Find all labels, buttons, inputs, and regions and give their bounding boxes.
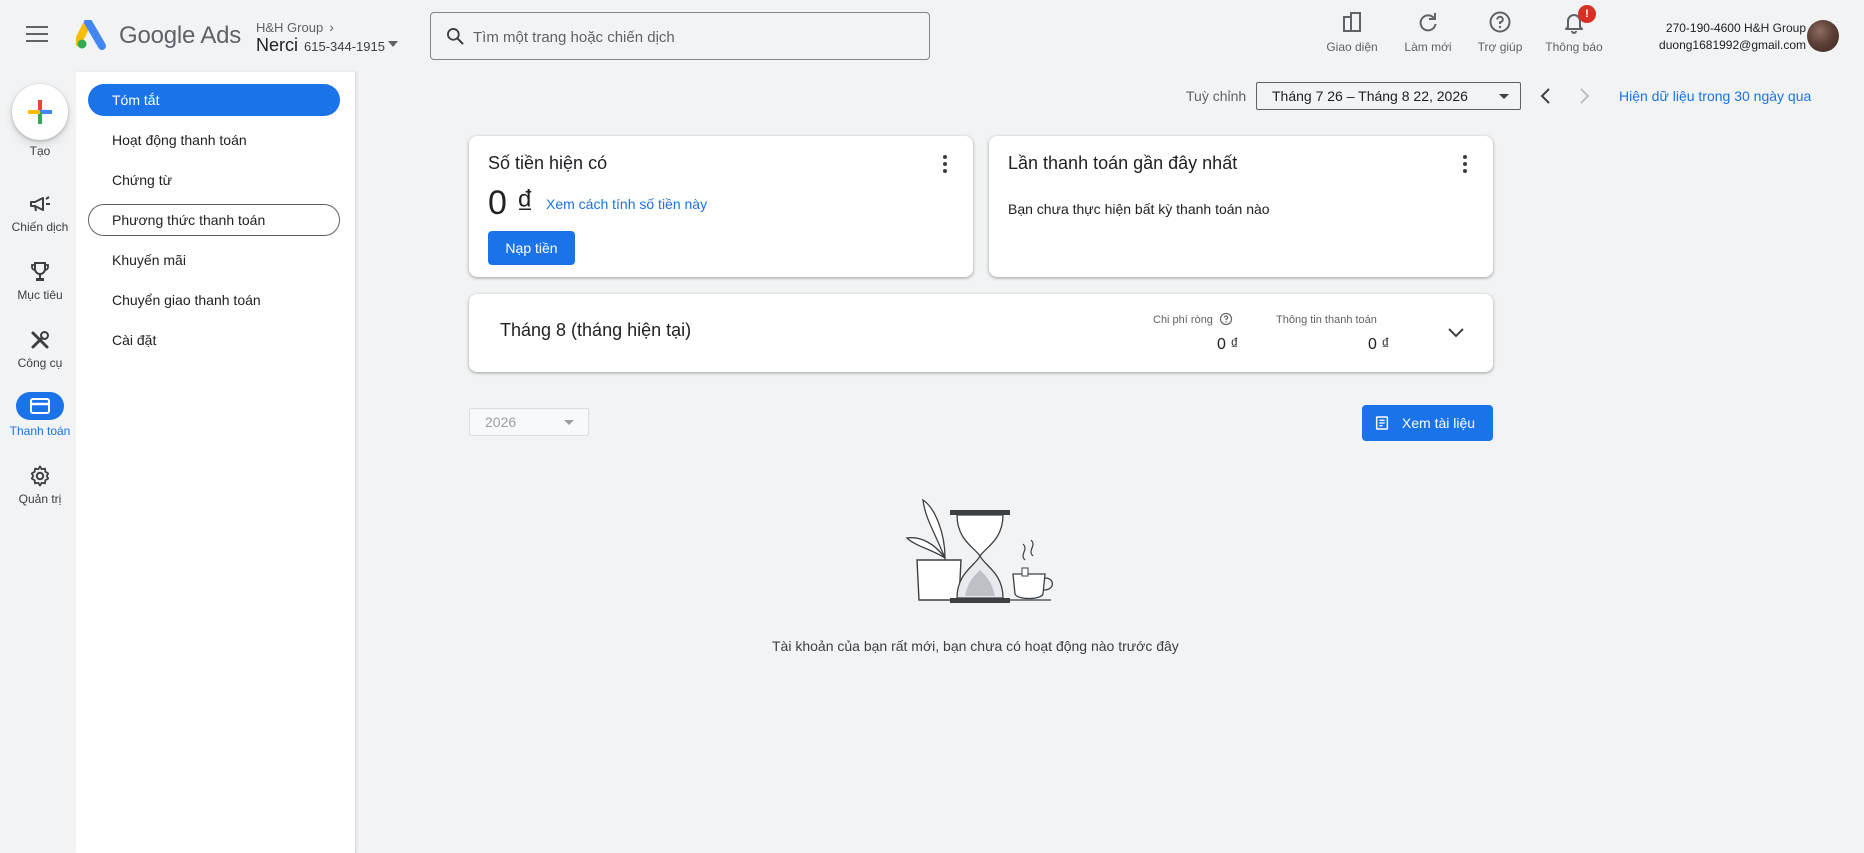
document-icon	[1375, 416, 1389, 430]
balance-amount: 0 ₫	[488, 184, 534, 222]
chevron-down-icon[interactable]	[1444, 321, 1468, 345]
rail-label-billing: Thanh toán	[9, 424, 71, 438]
subnav-item-summary[interactable]: Tóm tắt	[88, 84, 340, 116]
account-name[interactable]: Nerci	[256, 35, 298, 56]
subnav-item-promotions[interactable]: Khuyến mãi	[88, 244, 340, 276]
account-group-breadcrumb[interactable]: H&H Group ›	[256, 19, 334, 35]
next-period-icon[interactable]	[1572, 84, 1596, 108]
plus-icon	[28, 100, 52, 124]
rail-item-campaigns[interactable]: Chiến dịch	[0, 192, 80, 234]
empty-state-illustration	[905, 498, 1054, 603]
date-range-picker[interactable]: Tháng 7 26 – Tháng 8 22, 2026	[1256, 82, 1521, 110]
current-month-card[interactable]: Tháng 8 (tháng hiện tại) Chi phí ròng 0 …	[469, 294, 1493, 372]
previous-period-icon[interactable]	[1534, 84, 1558, 108]
help-button[interactable]: Trợ giúp	[1465, 10, 1535, 54]
last-payment-card-title: Lần thanh toán gần đây nhất	[1008, 153, 1238, 173]
create-button[interactable]	[12, 84, 68, 140]
top-app-bar: Google Ads H&H Group › Nerci 615-344-1915…	[0, 0, 1864, 72]
rail-item-billing[interactable]: Thanh toán	[0, 392, 80, 438]
view-documents-button[interactable]: Xem tài liệu	[1362, 405, 1493, 441]
credit-card-icon	[30, 398, 50, 414]
account-switcher-caret-icon[interactable]	[388, 41, 398, 47]
account-id: 615-344-1915	[304, 39, 385, 54]
search-input[interactable]	[473, 25, 913, 49]
billing-info-label: Thông tin thanh toán	[1276, 314, 1377, 326]
last-payment-message: Bạn chưa thực hiện bất kỳ thanh toán nào	[1008, 201, 1270, 217]
menu-icon[interactable]	[26, 26, 48, 44]
help-icon[interactable]	[1219, 312, 1233, 326]
tools-icon	[31, 331, 49, 349]
brand-name: Google Ads	[119, 22, 242, 49]
search-icon	[447, 28, 464, 45]
refresh-icon	[1419, 13, 1437, 32]
date-range-value: Tháng 7 26 – Tháng 8 22, 2026	[1272, 88, 1468, 104]
account-group-label: H&H Group	[256, 20, 324, 35]
subnav-item-payment-methods[interactable]: Phương thức thanh toán	[88, 204, 340, 236]
search-box[interactable]	[430, 12, 930, 60]
rail-item-goals[interactable]: Mục tiêu	[0, 260, 80, 302]
notification-badge: !	[1578, 5, 1596, 23]
rail-label-goals: Mục tiêu	[17, 288, 63, 302]
nav-rail: Tạo Chiến dịch Mục tiêu Công cụ Thanh to…	[0, 72, 76, 853]
balance-card-title: Số tiền hiện có	[488, 153, 608, 173]
net-cost-label-text: Chi phí ròng	[1153, 314, 1213, 326]
subnav-item-settings[interactable]: Cài đặt	[88, 324, 340, 356]
user-info[interactable]: 270-190-4600 H&H Group duong1681992@gmai…	[1659, 20, 1806, 54]
empty-state-message: Tài khoản của bạn rất mới, bạn chưa có h…	[772, 638, 1179, 654]
rail-item-admin[interactable]: Quản trị	[0, 464, 80, 506]
last-payment-card: Lần thanh toán gần đây nhất Bạn chưa thự…	[989, 136, 1493, 277]
help-icon	[1489, 11, 1511, 33]
subnav-item-payment-transfer[interactable]: Chuyển giao thanh toán	[88, 284, 340, 316]
rail-item-tools[interactable]: Công cụ	[0, 328, 80, 370]
user-email: duong1681992@gmail.com	[1659, 38, 1806, 52]
chevron-right-icon: ›	[329, 19, 334, 35]
google-ads-logo	[76, 20, 106, 50]
view-documents-label: Xem tài liệu	[1401, 415, 1476, 431]
subnav-item-documents[interactable]: Chứng từ	[88, 164, 340, 196]
refresh-button[interactable]: Làm mới	[1393, 10, 1463, 54]
appearance-button[interactable]: Giao diện	[1317, 10, 1387, 54]
appearance-icon	[1343, 12, 1361, 32]
date-range-label: Tuỳ chỉnh	[1186, 88, 1247, 104]
rail-label-tools: Công cụ	[17, 356, 63, 370]
balance-card: Số tiền hiện có 0 ₫ Xem cách tính số tiề…	[469, 136, 973, 277]
add-funds-button[interactable]: Nạp tiền	[488, 231, 575, 265]
billing-info-value: 0 ₫	[1368, 336, 1390, 353]
net-cost-value: 0 ₫	[1217, 336, 1239, 353]
rail-label-campaigns: Chiến dịch	[11, 220, 69, 234]
gear-icon	[30, 465, 50, 487]
trophy-icon	[31, 262, 49, 281]
user-account-label: 270-190-4600 H&H Group	[1665, 21, 1806, 35]
year-value: 2026	[485, 414, 517, 430]
notifications-button[interactable]: ! Thông báo	[1539, 5, 1609, 54]
dropdown-caret-icon	[1499, 94, 1509, 99]
refresh-label: Làm mới	[1404, 40, 1452, 54]
appearance-label: Giao diện	[1326, 40, 1378, 54]
avatar[interactable]	[1807, 20, 1839, 52]
megaphone-icon	[30, 196, 50, 212]
dropdown-caret-icon	[564, 420, 574, 425]
year-select[interactable]: 2026	[469, 408, 589, 436]
net-cost-label: Chi phí ròng	[1153, 312, 1233, 326]
more-options-icon[interactable]	[933, 152, 957, 176]
subnav-item-transactions[interactable]: Hoạt động thanh toán	[88, 124, 340, 156]
rail-label-admin: Quản trị	[18, 492, 62, 506]
help-label: Trợ giúp	[1477, 40, 1523, 54]
create-label: Tạo	[29, 144, 51, 158]
billing-subnav: Tóm tắt Hoạt động thanh toán Chứng từ Ph…	[76, 72, 356, 853]
more-options-icon[interactable]	[1453, 152, 1477, 176]
balance-calculation-link[interactable]: Xem cách tính số tiền này	[546, 196, 707, 212]
show-last-30-days-link[interactable]: Hiện dữ liệu trong 30 ngày qua	[1619, 88, 1811, 104]
rail-active-indicator	[16, 392, 64, 420]
notifications-label: Thông báo	[1545, 40, 1603, 54]
current-month-title: Tháng 8 (tháng hiện tại)	[500, 320, 692, 340]
